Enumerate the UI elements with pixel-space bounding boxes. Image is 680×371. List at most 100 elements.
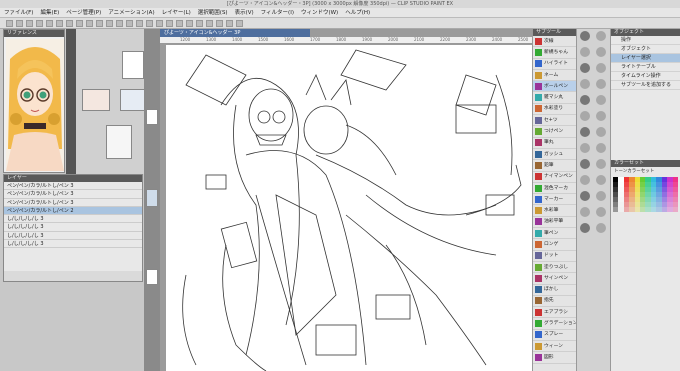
toolbar-button-5[interactable] bbox=[56, 20, 63, 27]
layer-row[interactable]: ペン/ペン/カラ/ルトし/ペン 2 bbox=[4, 206, 142, 216]
subtool-item[interactable]: 筆ペン bbox=[533, 228, 576, 240]
color-swatch[interactable] bbox=[672, 207, 678, 212]
toolbar-button-3[interactable] bbox=[36, 20, 43, 27]
layer-row[interactable]: ペン/ペン/カラ/ルトし/ペン 3 bbox=[4, 199, 142, 207]
page-thumbnail-4[interactable] bbox=[106, 125, 132, 159]
menu-item-0[interactable]: ファイル(F) bbox=[4, 8, 33, 17]
canvas-tab[interactable]: ぴよーツ・アイコン&ヘッダー 3P bbox=[160, 29, 310, 37]
layer-row[interactable]: し/し/し/し/し 3 bbox=[4, 232, 142, 241]
menu-item-5[interactable]: 選択範囲(S) bbox=[198, 8, 228, 17]
page-scrollbar[interactable] bbox=[66, 29, 76, 174]
tool-icon[interactable] bbox=[596, 47, 606, 57]
toolbar-button-7[interactable] bbox=[76, 20, 83, 27]
page-strip-item-1[interactable] bbox=[146, 109, 158, 125]
layer-row[interactable]: ペン/ペン/カラ/ルトし/ペン 3 bbox=[4, 190, 142, 199]
page-strip-item-3[interactable] bbox=[146, 269, 158, 285]
menu-item-2[interactable]: ページ管理(P) bbox=[66, 8, 101, 17]
subtool-item[interactable]: 筆丸 bbox=[533, 138, 576, 149]
tool-icon[interactable] bbox=[580, 95, 590, 105]
tool-icon[interactable] bbox=[580, 207, 590, 217]
tool-icon[interactable] bbox=[580, 111, 590, 121]
tool-icon[interactable] bbox=[596, 79, 606, 89]
subtool-item[interactable]: ナイマンペン bbox=[533, 172, 576, 183]
toolbar-button-2[interactable] bbox=[26, 20, 33, 27]
object-option[interactable]: タイムライン操作 bbox=[611, 72, 680, 81]
layer-row[interactable]: し/し/し/し/し 3 bbox=[4, 240, 142, 249]
toolbar-button-21[interactable] bbox=[216, 20, 223, 27]
subtool-item[interactable]: ボールペン bbox=[533, 81, 576, 93]
tool-icon[interactable] bbox=[580, 223, 590, 233]
toolbar-button-18[interactable] bbox=[186, 20, 193, 27]
tool-icon[interactable] bbox=[580, 143, 590, 153]
menu-item-3[interactable]: アニメーション(A) bbox=[108, 8, 154, 17]
toolbar-button-15[interactable] bbox=[156, 20, 163, 27]
subtool-item[interactable]: マーカー bbox=[533, 194, 576, 206]
subtool-item[interactable]: ネーム bbox=[533, 70, 576, 82]
page-strip-item-2[interactable] bbox=[146, 189, 158, 207]
subtool-item[interactable]: グラデーション bbox=[533, 318, 576, 330]
toolbar-button-0[interactable] bbox=[6, 20, 13, 27]
tool-icon[interactable] bbox=[580, 191, 590, 201]
tool-icon[interactable] bbox=[580, 175, 590, 185]
tool-icon[interactable] bbox=[596, 63, 606, 73]
subtool-item[interactable]: ぼかし bbox=[533, 285, 576, 296]
subtool-item[interactable]: ウィーン bbox=[533, 341, 576, 353]
subtool-item[interactable]: 塗りつぶし bbox=[533, 262, 576, 274]
subtool-item[interactable]: スプレー bbox=[533, 330, 576, 342]
toolbar-button-11[interactable] bbox=[116, 20, 123, 27]
menu-item-6[interactable]: 表示(V) bbox=[235, 8, 254, 17]
tool-icon[interactable] bbox=[596, 223, 606, 233]
tool-icon[interactable] bbox=[596, 127, 606, 137]
layer-row[interactable]: ペン/ペン/カラ/ルトし/ペン 3 bbox=[4, 182, 142, 191]
toolbar-button-13[interactable] bbox=[136, 20, 143, 27]
toolbar-button-17[interactable] bbox=[176, 20, 183, 27]
toolbar-button-4[interactable] bbox=[46, 20, 53, 27]
tool-icon[interactable] bbox=[596, 143, 606, 153]
subtool-item[interactable]: ガッシュ bbox=[533, 149, 576, 161]
drawing-canvas[interactable] bbox=[166, 45, 532, 371]
tool-icon[interactable] bbox=[596, 95, 606, 105]
menu-item-8[interactable]: ウィンドウ(W) bbox=[301, 8, 338, 17]
subtool-item[interactable]: 次線 bbox=[533, 36, 576, 48]
subtool-item[interactable]: 水彩筆 bbox=[533, 205, 576, 217]
subtool-item[interactable]: 指先 bbox=[533, 296, 576, 308]
tool-icon[interactable] bbox=[580, 31, 590, 41]
object-option[interactable]: サブツールを追加する bbox=[611, 81, 680, 90]
subtool-item[interactable]: ドット bbox=[533, 251, 576, 262]
tool-icon[interactable] bbox=[596, 31, 606, 41]
page-thumbnail-2[interactable] bbox=[82, 89, 110, 111]
toolbar-button-14[interactable] bbox=[146, 20, 153, 27]
tool-icon[interactable] bbox=[580, 79, 590, 89]
object-option[interactable]: ライトテーブル bbox=[611, 63, 680, 72]
toolbar-button-9[interactable] bbox=[96, 20, 103, 27]
toolbar-button-10[interactable] bbox=[106, 20, 113, 27]
toolbar-button-8[interactable] bbox=[86, 20, 93, 27]
toolbar-button-20[interactable] bbox=[206, 20, 213, 27]
subtool-item[interactable]: エアブラシ bbox=[533, 307, 576, 319]
subtool-item[interactable]: つけペン bbox=[533, 126, 576, 138]
object-option[interactable]: オブジェクト bbox=[611, 45, 680, 54]
layer-row[interactable]: し/し/し/し/し 3 bbox=[4, 215, 142, 224]
object-option[interactable]: 操作 bbox=[611, 36, 680, 45]
tool-icon[interactable] bbox=[596, 207, 606, 217]
tool-icon[interactable] bbox=[580, 63, 590, 73]
subtool-item[interactable]: 油彩平筆 bbox=[533, 217, 576, 229]
object-option[interactable]: レイヤー選択 bbox=[611, 54, 680, 63]
toolbar-button-16[interactable] bbox=[166, 20, 173, 27]
tool-icon[interactable] bbox=[596, 111, 606, 121]
tool-icon[interactable] bbox=[596, 159, 606, 169]
tool-icon[interactable] bbox=[580, 47, 590, 57]
page-thumbnail-3[interactable] bbox=[120, 89, 146, 111]
subtool-item[interactable]: セ+ツ bbox=[533, 115, 576, 127]
tool-icon[interactable] bbox=[580, 127, 590, 137]
subtool-item[interactable]: 雑マシ丸 bbox=[533, 92, 576, 104]
color-swatch-grid[interactable] bbox=[611, 175, 680, 214]
subtool-item[interactable]: 新規ちゃん bbox=[533, 47, 576, 59]
tool-icon[interactable] bbox=[580, 159, 590, 169]
toolbar-button-1[interactable] bbox=[16, 20, 23, 27]
tool-icon[interactable] bbox=[596, 175, 606, 185]
subtool-item[interactable]: ハイライト bbox=[533, 59, 576, 70]
subtool-item[interactable]: サインペン bbox=[533, 273, 576, 285]
menu-item-4[interactable]: レイヤー(L) bbox=[162, 8, 191, 17]
subtool-item[interactable]: 水彩塗り bbox=[533, 104, 576, 116]
